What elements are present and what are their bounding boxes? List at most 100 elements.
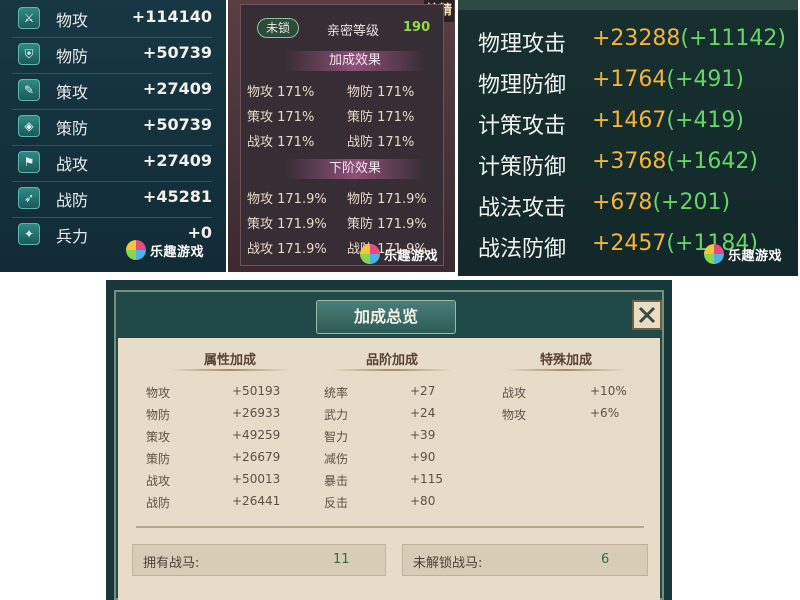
- scroll-icon: ✎: [18, 79, 40, 101]
- bonus-cell: 物攻 171%: [247, 85, 315, 100]
- watermark-logo: 乐趣游戏: [126, 240, 204, 260]
- stat-value: +23288(+11142): [592, 26, 787, 51]
- stat-label: 策防: [56, 119, 89, 138]
- rank-value: +24: [410, 406, 436, 420]
- special-name: 战攻: [502, 386, 527, 400]
- stat-value: +114140: [131, 7, 212, 26]
- watermark-logo: 乐趣游戏: [704, 244, 782, 264]
- close-button[interactable]: [632, 300, 662, 330]
- panel-topbar: [458, 0, 798, 10]
- rank-name: 统率: [324, 386, 349, 400]
- rank-name: 智力: [324, 430, 349, 444]
- attr-value: +50013: [232, 472, 281, 486]
- bonus-cell: 策攻 171%: [247, 110, 315, 125]
- stat-row: ⚔ 物攻 +114140: [12, 4, 212, 34]
- flag-icon: ⚑: [18, 151, 40, 173]
- owned-horses-label: 拥有战马:: [143, 556, 200, 571]
- next-tier-cell: 战攻 171.9%: [247, 242, 327, 257]
- stat-value: +45281: [142, 187, 212, 206]
- stat-increase: (+491): [666, 67, 745, 92]
- next-tier-cell: 策攻 171.9%: [247, 217, 327, 232]
- stat-row: ➶ 战防 +45281: [12, 184, 212, 214]
- lock-toggle[interactable]: 未锁: [257, 18, 299, 38]
- stat-value: +27409: [142, 151, 212, 170]
- divider: [12, 37, 212, 38]
- bonus-overview-dialog: 加成总览 属性加成 物攻 +50193 物防 +26933 策攻 +49259 …: [106, 280, 672, 600]
- attr-name: 策攻: [146, 430, 171, 444]
- watermark-text: 乐趣游戏: [384, 248, 439, 264]
- unlocked-horses-label: 未解锁战马:: [413, 556, 483, 571]
- dialog-title: 加成总览: [316, 300, 456, 334]
- stat-label: 物防: [56, 47, 89, 66]
- stat-label: 物理防御: [478, 73, 567, 98]
- next-tier-cell: 物防 171.9%: [347, 192, 427, 207]
- rank-name: 武力: [324, 408, 349, 422]
- wing-icon: ➶: [18, 187, 40, 209]
- logo-icon: [704, 244, 724, 264]
- stat-row: ⚑ 战攻 +27409: [12, 148, 212, 178]
- special-name: 物攻: [502, 408, 527, 422]
- attr-name: 物攻: [146, 386, 171, 400]
- divider: [12, 109, 212, 110]
- stat-label: 物攻: [56, 11, 89, 30]
- rank-name: 反击: [324, 496, 349, 510]
- stats-panel: ⚔ 物攻 +114140 ⛨ 物防 +50739 ✎ 策攻 +27409 ◈ 策…: [0, 0, 226, 272]
- stat-label: 战法攻击: [478, 196, 567, 221]
- owned-horses-value: 11: [333, 552, 350, 567]
- stat-value: +50739: [142, 115, 212, 134]
- watermark-text: 乐趣游戏: [728, 248, 783, 264]
- attr-name: 物防: [146, 408, 171, 422]
- stat-label: 兵力: [56, 227, 89, 246]
- stat-increase: (+11142): [680, 26, 787, 51]
- rank-name: 减伤: [324, 452, 349, 466]
- attr-value: +50193: [232, 384, 281, 398]
- armor-icon: ⛨: [18, 43, 40, 65]
- dialog-body: 属性加成 物攻 +50193 物防 +26933 策攻 +49259 策防 +2…: [118, 338, 660, 600]
- intimacy-card: 未锁 亲密等级 190 加成效果 物攻 171% 物防 171% 策攻 171%…: [240, 4, 444, 266]
- stat-value: +678(+201): [592, 190, 731, 215]
- rank-value: +115: [410, 472, 443, 486]
- bonus-cell: 战攻 171%: [247, 135, 315, 150]
- intimacy-panel: 炫精 未锁 亲密等级 190 加成效果 物攻 171% 物防 171% 策攻 1…: [228, 0, 455, 272]
- divider: [12, 73, 212, 74]
- next-tier-cell: 物攻 171.9%: [247, 192, 327, 207]
- detail-stats-panel: 物理攻击 +23288(+11142) 物理防御 +1764(+491) 计策攻…: [458, 0, 798, 276]
- watermark-text: 乐趣游戏: [150, 244, 205, 260]
- intimacy-value: 190: [403, 20, 431, 35]
- shield-icon: ◈: [18, 115, 40, 137]
- stat-row: ◈ 策防 +50739: [12, 112, 212, 142]
- stat-label: 策攻: [56, 83, 89, 102]
- attr-value: +26679: [232, 450, 281, 464]
- rank-value: +80: [410, 494, 436, 508]
- special-value: +6%: [590, 406, 620, 420]
- rank-value: +90: [410, 450, 436, 464]
- stat-label: 计策防御: [478, 155, 567, 180]
- attr-bonus-header: 属性加成: [170, 350, 290, 372]
- unlocked-horses-box: 未解锁战马: 6: [402, 544, 648, 576]
- stat-value: +1764(+491): [592, 67, 745, 92]
- stat-label: 战攻: [56, 155, 89, 174]
- logo-icon: [360, 244, 380, 264]
- stat-label: 物理攻击: [478, 32, 567, 57]
- attr-value: +26933: [232, 406, 281, 420]
- rank-value: +27: [410, 384, 436, 398]
- stat-value: +3768(+1642): [592, 149, 759, 174]
- attr-name: 策防: [146, 452, 171, 466]
- stat-label: 计策攻击: [478, 114, 567, 139]
- attr-name: 战防: [146, 496, 171, 510]
- intimacy-label: 亲密等级: [327, 24, 380, 39]
- special-bonus-header: 特殊加成: [506, 350, 626, 372]
- stat-label: 战法防御: [478, 237, 567, 262]
- stat-row: ✎ 策攻 +27409: [12, 76, 212, 106]
- sword-icon: ⚔: [18, 7, 40, 29]
- stat-increase: (+1642): [666, 149, 759, 174]
- unlocked-horses-value: 6: [601, 552, 610, 567]
- divider: [12, 217, 212, 218]
- bonus-header: 加成效果: [285, 51, 425, 71]
- bonus-cell: 战防 171%: [347, 135, 415, 150]
- special-value: +10%: [590, 384, 627, 398]
- next-tier-cell: 策防 171.9%: [347, 217, 427, 232]
- attr-value: +49259: [232, 428, 281, 442]
- logo-icon: [126, 240, 146, 260]
- attr-value: +26441: [232, 494, 281, 508]
